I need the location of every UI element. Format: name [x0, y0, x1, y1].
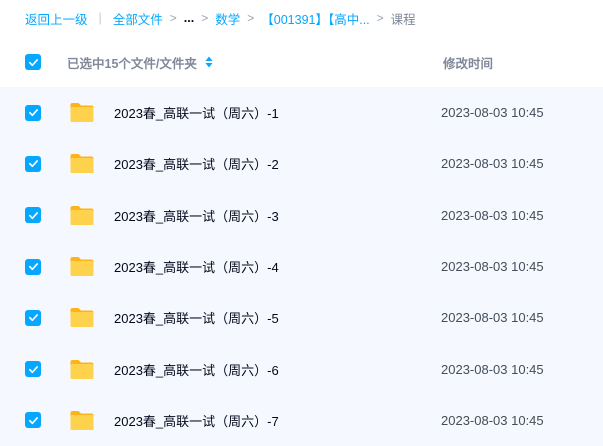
folder-icon [70, 154, 94, 174]
breadcrumb-item-course-folder[interactable]: 【001391】【高中... [261, 9, 369, 28]
modified-time: 2023-08-03 10:45 [441, 412, 544, 428]
folder-icon [70, 308, 94, 328]
check-icon [28, 160, 38, 168]
file-name[interactable]: 2023春_高联一试（周六）-1 [114, 103, 279, 122]
row-checkbox[interactable] [25, 361, 41, 378]
folder-icon [70, 205, 94, 225]
file-name[interactable]: 2023春_高联一试（周六）-6 [114, 360, 279, 379]
selection-count-label: 已选中15个文件/文件夹 [67, 56, 197, 71]
list-item[interactable]: 2023春_高联一试（周六）-3 2023-08-03 10:45 [0, 189, 603, 241]
row-checkbox[interactable] [25, 104, 41, 121]
selection-count-header: 已选中15个文件/文件夹 [67, 53, 213, 72]
modified-time: 2023-08-03 10:45 [441, 310, 544, 326]
check-icon [28, 417, 38, 424]
check-icon [28, 263, 38, 271]
breadcrumb-ellipsis[interactable]: ... [184, 11, 194, 25]
row-checkbox[interactable] [25, 309, 41, 326]
folder-icon [70, 410, 94, 430]
list-item[interactable]: 2023春_高联一试（周六）-5 2023-08-03 10:45 [0, 292, 603, 344]
file-name[interactable]: 2023春_高联一试（周六）-2 [114, 154, 279, 173]
breadcrumb-divider: | [98, 11, 102, 25]
list-item[interactable]: 2023春_高联一试（周六）-6 2023-08-03 10:45 [0, 343, 603, 395]
back-link[interactable]: 返回上一级 [25, 9, 88, 28]
check-icon [28, 314, 38, 322]
breadcrumb-separator-icon: > [201, 11, 209, 25]
check-icon [28, 58, 38, 66]
breadcrumb: 返回上一级 | 全部文件 > ... > 数学 > 【001391】【高中...… [0, 0, 603, 36]
row-checkbox[interactable] [25, 207, 41, 224]
list-item[interactable]: 2023春_高联一试（周六）-1 2023-08-03 10:45 [0, 87, 603, 139]
row-checkbox[interactable] [25, 155, 41, 172]
row-checkbox[interactable] [25, 258, 41, 275]
modified-time: 2023-08-03 10:45 [441, 156, 544, 172]
select-all-checkbox[interactable] [25, 54, 41, 70]
list-item[interactable]: 2023春_高联一试（周六）-7 2023-08-03 10:45 [0, 394, 603, 446]
list-item[interactable]: 2023春_高联一试（周六）-2 2023-08-03 10:45 [0, 138, 603, 190]
modified-time: 2023-08-03 10:45 [441, 207, 544, 223]
breadcrumb-current: 课程 [390, 12, 416, 27]
file-list: 2023春_高联一试（周六）-1 2023-08-03 10:45 2023春_… [0, 87, 603, 446]
sort-icon[interactable] [205, 56, 213, 68]
breadcrumb-separator-icon: > [247, 11, 255, 25]
list-header: 已选中15个文件/文件夹 修改时间 [0, 44, 603, 80]
row-checkbox[interactable] [25, 412, 41, 429]
check-icon [28, 365, 38, 373]
modified-time: 2023-08-03 10:45 [441, 361, 544, 377]
modified-time: 2023-08-03 10:45 [441, 259, 544, 275]
breadcrumb-separator-icon: > [376, 11, 384, 25]
file-name[interactable]: 2023春_高联一试（周六）-5 [114, 308, 279, 327]
breadcrumb-separator-icon: > [169, 11, 177, 25]
file-name[interactable]: 2023春_高联一试（周六）-4 [114, 257, 279, 276]
list-item[interactable]: 2023春_高联一试（周六）-4 2023-08-03 10:45 [0, 240, 603, 293]
breadcrumb-root[interactable]: 全部文件 [113, 9, 163, 28]
folder-icon [70, 103, 94, 123]
file-name[interactable]: 2023春_高联一试（周六）-7 [114, 411, 279, 430]
folder-icon [70, 359, 94, 379]
folder-icon [70, 257, 94, 277]
check-icon [28, 211, 38, 219]
modified-time-header[interactable]: 修改时间 [443, 53, 493, 72]
check-icon [28, 109, 38, 117]
breadcrumb-item-math[interactable]: 数学 [215, 9, 240, 28]
file-name[interactable]: 2023春_高联一试（周六）-3 [114, 206, 279, 225]
modified-time: 2023-08-03 10:45 [441, 105, 544, 121]
